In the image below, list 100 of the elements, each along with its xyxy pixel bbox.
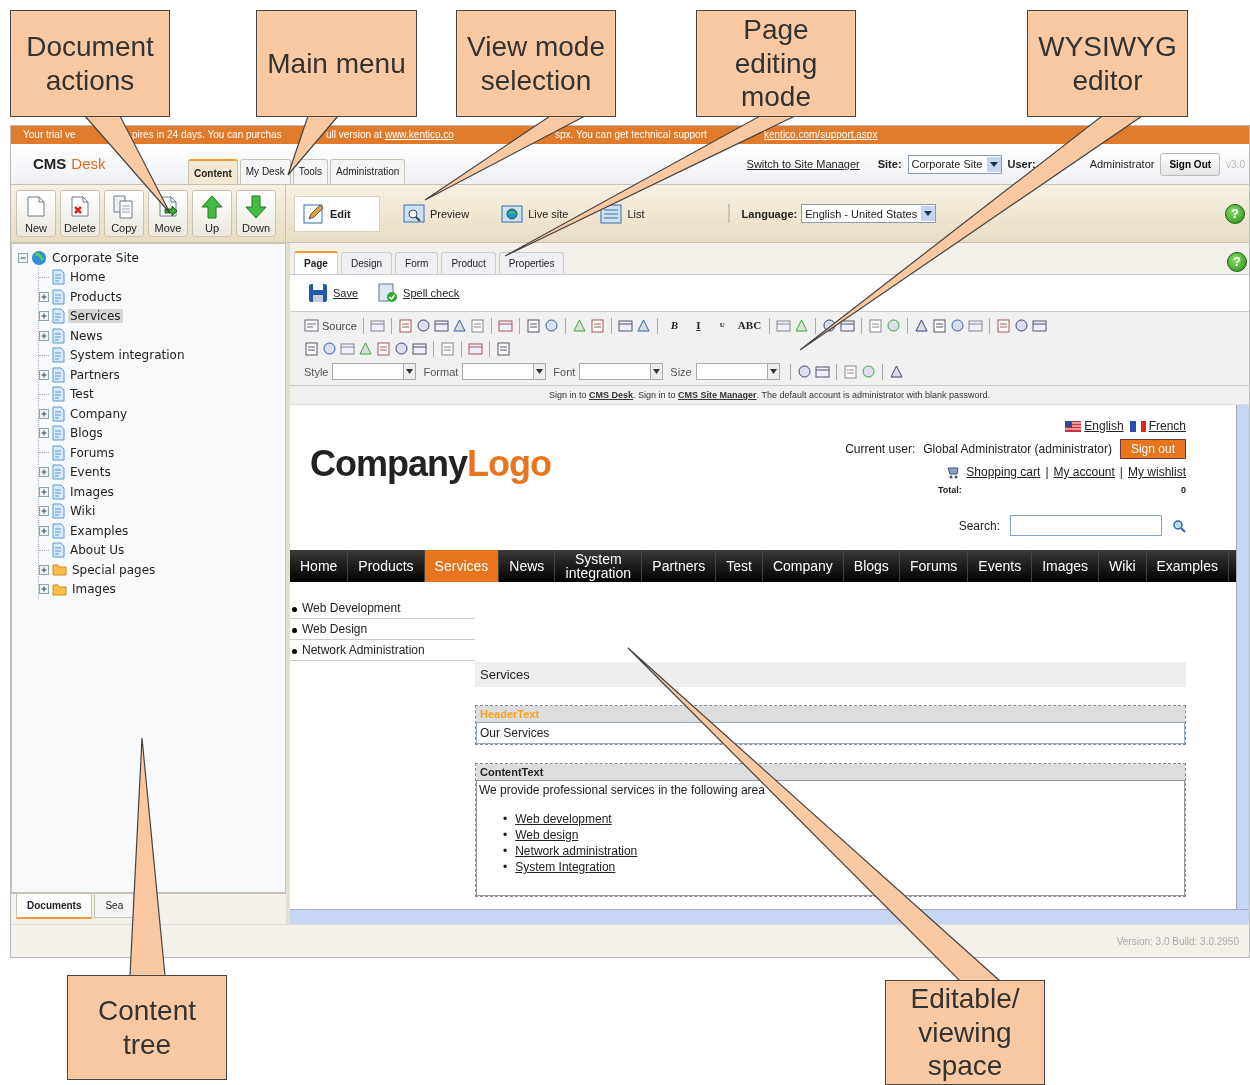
toolbar-icon[interactable] bbox=[412, 341, 427, 356]
site-menu-item[interactable]: Company bbox=[762, 550, 844, 582]
tree-item[interactable]: Services bbox=[68, 309, 123, 324]
toolbar-icon[interactable] bbox=[814, 364, 830, 379]
document-action-button[interactable]: Down bbox=[236, 190, 276, 237]
expand-icon[interactable] bbox=[39, 584, 49, 595]
tree-item[interactable]: Products bbox=[68, 289, 124, 304]
toolbar-icon[interactable] bbox=[1032, 318, 1048, 333]
save-link[interactable]: Save bbox=[333, 287, 359, 299]
site-menu-item[interactable]: Home bbox=[290, 550, 349, 582]
sidebar-tab[interactable]: Sea bbox=[94, 894, 135, 918]
view-mode-button[interactable]: Preview bbox=[394, 195, 479, 232]
content-text-editor[interactable]: We provide professional services in the following area • Web development • Web design • Network administration • System Integration bbox=[476, 780, 1185, 896]
document-action-button[interactable]: Move bbox=[148, 190, 188, 237]
site-menu-item[interactable]: News bbox=[499, 550, 556, 582]
tree-item[interactable]: Examples bbox=[68, 523, 131, 538]
site-select[interactable]: Corporate Site bbox=[907, 154, 1002, 174]
tree-item[interactable]: News bbox=[68, 328, 105, 343]
toolbar-icon[interactable] bbox=[394, 341, 409, 356]
site-menu-item[interactable]: Examples bbox=[1146, 550, 1229, 582]
tree-item[interactable]: System integration bbox=[68, 348, 187, 363]
expand-icon[interactable] bbox=[39, 330, 49, 341]
tree-item[interactable]: Test bbox=[68, 387, 96, 402]
account-link[interactable]: My wishlist bbox=[1128, 465, 1186, 479]
service-link[interactable]: Web design bbox=[515, 827, 579, 843]
combo-field[interactable] bbox=[579, 363, 664, 380]
toolbar-icon[interactable] bbox=[888, 364, 904, 379]
expand-icon[interactable] bbox=[39, 506, 49, 517]
document-action-button[interactable]: New bbox=[16, 190, 56, 237]
tree-item[interactable]: Blogs bbox=[68, 426, 105, 441]
service-link[interactable]: System Integration bbox=[515, 859, 616, 875]
combo-field[interactable] bbox=[332, 363, 417, 380]
combo-field[interactable] bbox=[695, 363, 780, 380]
source-button[interactable]: Source bbox=[304, 318, 357, 333]
tree-item[interactable]: Special pages bbox=[70, 562, 158, 577]
site-menu-item[interactable]: Events bbox=[968, 550, 1033, 582]
expand-icon[interactable] bbox=[39, 564, 49, 575]
main-menu-tab[interactable]: My Desk bbox=[239, 159, 291, 184]
language-select[interactable]: English - United States bbox=[801, 204, 937, 223]
tree-item[interactable]: Company bbox=[68, 406, 130, 421]
site-menu-item[interactable]: Forums bbox=[899, 550, 969, 582]
view-mode-button[interactable]: Edit bbox=[294, 195, 380, 232]
submenu-item[interactable]: Network Administration bbox=[290, 640, 475, 661]
document-action-button[interactable]: Delete bbox=[60, 190, 100, 237]
expand-icon[interactable] bbox=[39, 467, 49, 478]
search-icon[interactable] bbox=[1172, 518, 1186, 533]
expand-icon[interactable] bbox=[39, 311, 49, 322]
expand-icon[interactable] bbox=[39, 525, 49, 536]
header-text-field[interactable]: Our Services bbox=[476, 722, 1185, 744]
search-field[interactable] bbox=[1010, 515, 1162, 536]
format-button[interactable]: I bbox=[687, 318, 709, 333]
site-menu-item[interactable]: Partners bbox=[642, 550, 717, 582]
expand-icon[interactable] bbox=[39, 291, 49, 302]
submenu-item[interactable]: Web Design bbox=[290, 619, 475, 640]
combo-field[interactable] bbox=[462, 363, 547, 380]
main-menu-tab[interactable]: Content bbox=[188, 159, 238, 184]
expand-icon[interactable] bbox=[39, 369, 49, 380]
site-menu-item[interactable]: Images bbox=[1032, 550, 1100, 582]
edit-mode-tab[interactable]: Product bbox=[441, 252, 496, 274]
tree-item[interactable]: Home bbox=[68, 270, 108, 285]
site-menu-item[interactable]: Products bbox=[348, 550, 425, 582]
language-link[interactable]: French bbox=[1148, 419, 1186, 433]
toolbar-icon[interactable] bbox=[796, 364, 812, 379]
tree-item[interactable]: Images bbox=[68, 484, 116, 499]
toolbar-icon[interactable] bbox=[433, 318, 449, 333]
site-menu-item[interactable]: Test bbox=[716, 550, 763, 582]
toolbar-icon[interactable] bbox=[840, 318, 856, 333]
sign-out-button[interactable]: Sign Out bbox=[1160, 152, 1221, 176]
language-link[interactable]: English bbox=[1084, 419, 1124, 433]
service-link[interactable]: Web development bbox=[515, 811, 612, 827]
tree-item[interactable]: Images bbox=[70, 582, 118, 597]
site-manager-link[interactable]: Switch to Site Manager bbox=[746, 158, 860, 170]
horizontal-scrollbar[interactable] bbox=[290, 909, 1249, 924]
site-menu-item[interactable]: System integration bbox=[555, 550, 643, 582]
toolbar-icon[interactable] bbox=[1014, 318, 1030, 333]
expand-icon[interactable] bbox=[39, 428, 49, 439]
account-link[interactable]: My account bbox=[1053, 465, 1115, 479]
document-action-button[interactable]: Up bbox=[192, 190, 232, 237]
tree-item[interactable]: About Us bbox=[68, 543, 127, 558]
edit-mode-tab[interactable]: Design bbox=[340, 252, 393, 274]
tree-item[interactable]: Wiki bbox=[68, 504, 98, 519]
format-button[interactable]: ABC bbox=[735, 318, 764, 333]
expand-icon[interactable] bbox=[39, 408, 49, 419]
account-link[interactable]: Shopping cart bbox=[966, 465, 1041, 479]
edit-mode-tab[interactable]: Form bbox=[395, 252, 439, 274]
main-menu-tab[interactable]: Administration bbox=[330, 159, 406, 184]
service-link[interactable]: Network administration bbox=[515, 843, 638, 859]
sidebar-tab[interactable]: Documents bbox=[16, 894, 93, 919]
main-menu-tab[interactable]: Tools bbox=[292, 159, 329, 184]
site-menu-item[interactable]: Blogs bbox=[843, 550, 900, 582]
submenu-item[interactable]: Web Development bbox=[290, 598, 475, 619]
vertical-scrollbar[interactable] bbox=[1236, 405, 1249, 909]
toolbar-icon[interactable] bbox=[415, 318, 431, 333]
site-menu-item[interactable]: Wiki bbox=[1099, 550, 1147, 582]
expand-icon[interactable] bbox=[39, 486, 49, 497]
toolbar-icon[interactable] bbox=[617, 318, 633, 333]
format-button[interactable]: B bbox=[663, 318, 685, 333]
tree-item[interactable]: Events bbox=[68, 465, 113, 480]
tree-item[interactable]: Forums bbox=[68, 445, 117, 460]
tree-item[interactable]: Corporate Site bbox=[50, 250, 141, 265]
